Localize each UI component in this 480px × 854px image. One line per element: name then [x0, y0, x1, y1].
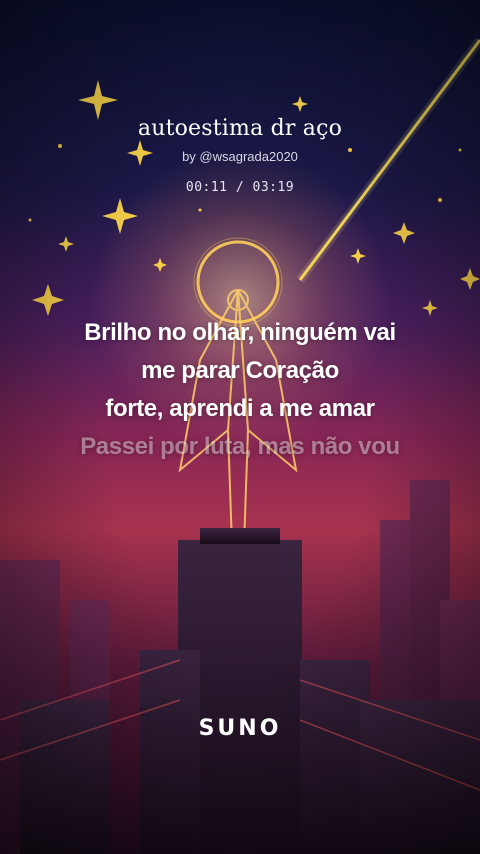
song-title: autoestima dr aço	[137, 116, 343, 141]
lyric-line: me parar Coração	[141, 357, 339, 384]
lyric-line-upcoming: Passei por luta, mas não vou	[80, 433, 400, 460]
suno-logo: SUNO	[198, 716, 282, 741]
lyrics-block: Brilho no olhar, ninguém vai me parar Co…	[0, 314, 480, 466]
song-header: autoestima dr aço by @wsagrada2020 00:11…	[0, 116, 480, 195]
artist-handle[interactable]: by @wsagrada2020	[0, 149, 480, 164]
lyrics-video-frame: autoestima dr aço by @wsagrada2020 00:11…	[0, 0, 480, 854]
playback-time: 00:11 / 03:19	[185, 180, 295, 195]
lyric-line: forte, aprendi a me amar	[105, 395, 375, 422]
lyric-line: Brilho no olhar, ninguém vai	[84, 319, 396, 346]
